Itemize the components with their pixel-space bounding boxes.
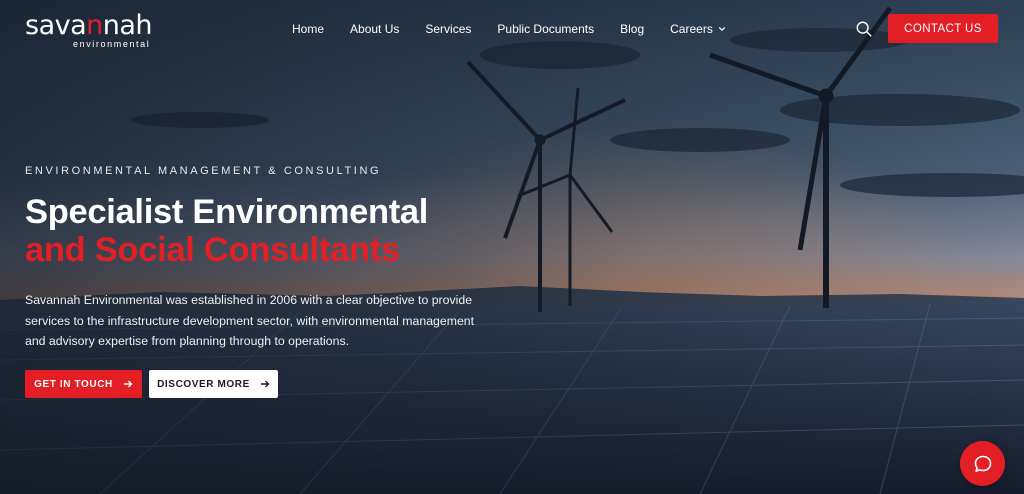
main-navigation: Home About Us Services Public Documents … [292, 20, 752, 38]
contact-us-button[interactable]: CONTACT US [888, 14, 998, 43]
logo-wordmark: savannah [25, 10, 153, 41]
site-header: savannah environmental Home About Us Ser… [0, 0, 1024, 58]
chevron-down-icon [718, 26, 726, 32]
savannah-logo[interactable]: savannah environmental [25, 10, 165, 50]
headline-line-1: Specialist Environmental [25, 193, 429, 231]
get-in-touch-button[interactable]: GET IN TOUCH [25, 370, 142, 398]
search-icon[interactable] [855, 20, 873, 38]
nav-item-careers-label: Careers [670, 22, 713, 36]
nav-item-blog[interactable]: Blog [620, 20, 644, 38]
hero-description: Savannah Environmental was established i… [25, 293, 475, 348]
nav-item-home[interactable]: Home [292, 20, 324, 38]
logo-tagline: environmental [73, 39, 151, 49]
arrow-right-icon [260, 380, 270, 388]
chat-bubble-icon [974, 455, 991, 472]
headline-line-2: and Social Consultants [25, 231, 400, 269]
get-in-touch-label: GET IN TOUCH [34, 378, 113, 390]
nav-item-services[interactable]: Services [425, 20, 471, 38]
arrow-right-icon [123, 380, 133, 388]
nav-item-careers[interactable]: Careers [670, 20, 726, 38]
nav-item-about-us[interactable]: About Us [350, 20, 399, 38]
discover-more-label: DISCOVER MORE [157, 378, 250, 390]
hero-headline: Specialist Environmental and Social Cons… [25, 193, 428, 269]
nav-item-public-documents[interactable]: Public Documents [497, 20, 594, 38]
hero-eyebrow: ENVIRONMENTAL MANAGEMENT & CONSULTING [25, 165, 382, 177]
discover-more-button[interactable]: DISCOVER MORE [149, 370, 278, 398]
chat-button[interactable] [960, 441, 1005, 486]
